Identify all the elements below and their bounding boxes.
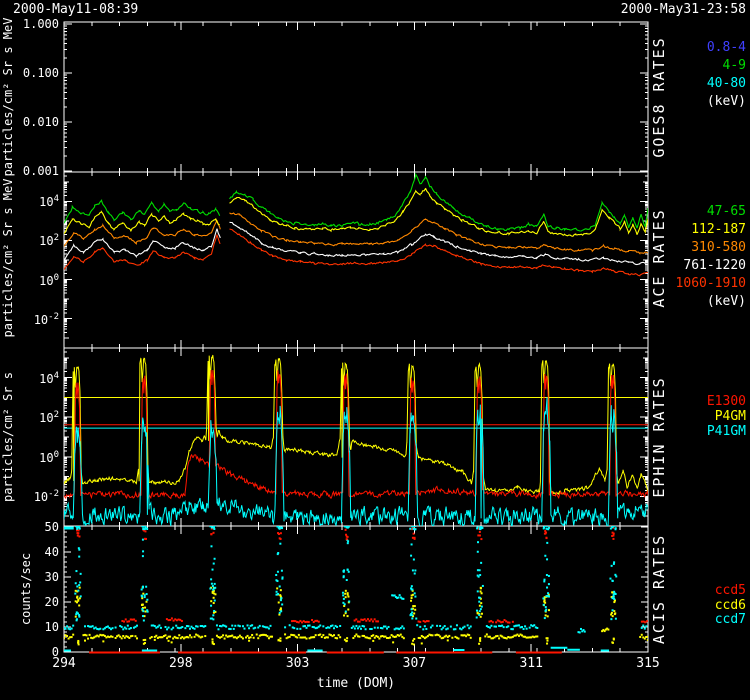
legend-entry-ephin: P41GM [636, 425, 746, 439]
y-tick-label-acis: 50 [7, 520, 59, 534]
legend-entry-ace: 310-580 [636, 241, 746, 255]
acis-bottom-red-segment [327, 652, 384, 654]
x-tick-label: 294 [34, 657, 94, 671]
y-tick-label-acis: 10 [7, 620, 59, 634]
y-axis-label-goes8: particles/cm² Sr s MeV [1, 18, 15, 177]
legend-entry-ace: 1060-1910 [636, 277, 746, 291]
y-tick-label-acis: 30 [7, 570, 59, 584]
plot-root: 2000-May11-08:39 2000-May31-23:58 1.0000… [0, 0, 750, 700]
x-axis-title: time (DOM) [296, 676, 416, 691]
legend-entry-ace: 112-187 [636, 223, 746, 237]
acis-bottom-red-segment [516, 652, 562, 654]
legend-entry-ace: 47-65 [636, 205, 746, 219]
acis-bottom-cyan-segment [551, 647, 568, 649]
legend-entry-ephin: E1300 [636, 395, 746, 409]
legend-entry-ace: 761-1220 [636, 259, 746, 273]
acis-bottom-red-segment [178, 652, 306, 654]
legend-entry-goes8: 4-9 [636, 59, 746, 73]
legend-entry-goes8: (keV) [636, 95, 746, 109]
ephin-series [64, 370, 648, 499]
x-tick-label: 315 [618, 657, 678, 671]
ace-series [64, 229, 648, 276]
acis-bottom-red-segment [89, 652, 160, 654]
panel-acis-border [64, 526, 648, 652]
y-tick-label-acis: 20 [7, 595, 59, 609]
acis-bottom-cyan-segment [142, 650, 157, 652]
legend-entry-acis: ccd7 [636, 613, 746, 627]
legend-entry-acis: ccd5 [636, 584, 746, 598]
y-tick-label-acis: 40 [7, 545, 59, 559]
legend-entry-goes8: 40-80 [636, 77, 746, 91]
legend-entry-goes8: 0.8-4 [636, 41, 746, 55]
legend-entry-ephin: P4GM [636, 410, 746, 424]
x-tick-label: 303 [268, 657, 328, 671]
ace-series [64, 175, 648, 232]
x-tick-label: 307 [384, 657, 444, 671]
x-tick-label: 311 [501, 657, 561, 671]
panel-ace-border [64, 172, 648, 348]
ephin-series [64, 397, 648, 529]
acis-bottom-cyan-segment [567, 649, 580, 651]
acis-top-cyan-segment [64, 527, 74, 530]
panel-ephin-border [64, 348, 648, 526]
x-tick-label: 298 [151, 657, 211, 671]
y-axis-label-ace: particles/cm² Sr s MeV [1, 179, 15, 338]
legend-entry-acis: ccd6 [636, 599, 746, 613]
panel-goes8-border [64, 22, 648, 172]
acis-bottom-cyan-segment [601, 650, 609, 652]
y-axis-label-ephin: particles/cm² Sr s [1, 372, 15, 502]
acis-bottom-red-segment [396, 652, 492, 654]
acis-bottom-cyan-segment [307, 650, 322, 652]
acis-bottom-cyan-segment [453, 649, 464, 651]
y-axis-label-acis: counts/sec [19, 553, 33, 625]
legend-entry-ace: (keV) [636, 295, 746, 309]
acis-bottom-cyan-segment [64, 650, 71, 652]
